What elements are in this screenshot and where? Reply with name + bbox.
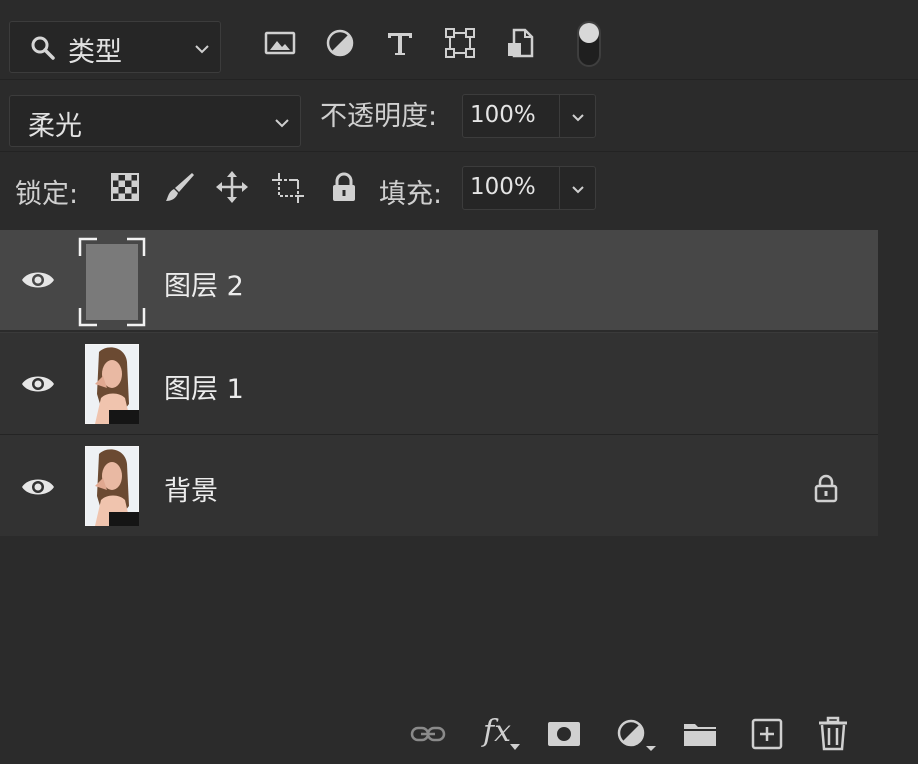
portrait-thumbnail[interactable] — [85, 446, 139, 526]
adjustment-filter-icon[interactable] — [323, 26, 357, 60]
opacity-label: 不透明度: — [320, 101, 438, 132]
lock-all-icon[interactable] — [327, 170, 361, 204]
chevron-down-icon — [275, 119, 289, 128]
layer-filter-bar: 类型 — [0, 0, 918, 80]
portrait-thumbnail[interactable] — [85, 344, 139, 424]
lock-icon[interactable] — [812, 473, 840, 503]
new-adjustment-icon[interactable] — [614, 716, 658, 752]
chevron-down-icon[interactable] — [571, 185, 585, 194]
filter-type-dropdown[interactable]: 类型 — [9, 21, 221, 73]
fill-label: 填充: — [379, 179, 443, 210]
fill-value[interactable]: 100% — [470, 174, 536, 200]
eye-icon[interactable] — [20, 268, 56, 292]
layer-name[interactable]: 图层 1 — [164, 367, 244, 406]
lock-transparent-pixels-icon[interactable] — [108, 170, 142, 204]
field-divider — [559, 167, 560, 209]
new-group-icon[interactable] — [682, 716, 718, 752]
layer-thumbnail[interactable] — [77, 236, 147, 328]
lock-label: 锁定: — [15, 179, 79, 210]
search-icon — [31, 36, 55, 60]
delete-layer-icon[interactable] — [815, 716, 851, 752]
blend-mode-dropdown[interactable]: 柔光 — [9, 95, 301, 147]
fill-field[interactable]: 100% — [462, 166, 596, 210]
submenu-triangle-icon — [510, 744, 520, 750]
chevron-down-icon[interactable] — [571, 113, 585, 122]
new-layer-icon[interactable] — [749, 716, 785, 752]
blend-options-bar: 柔光 不透明度: 100% — [0, 80, 918, 152]
chevron-down-icon — [195, 45, 209, 54]
layer-name[interactable]: 背景 — [164, 469, 218, 508]
layer-row[interactable]: 背景 — [0, 434, 878, 536]
eye-icon[interactable] — [20, 475, 56, 499]
fx-text: fx — [483, 714, 512, 749]
smart-object-filter-icon[interactable] — [503, 26, 537, 60]
shape-filter-icon[interactable] — [443, 26, 477, 60]
selection-frame-icon — [78, 237, 146, 327]
layer-name[interactable]: 图层 2 — [164, 264, 244, 303]
opacity-value[interactable]: 100% — [470, 102, 536, 128]
eye-icon[interactable] — [20, 372, 56, 396]
link-layers-icon[interactable] — [410, 716, 446, 752]
layers-scrollbar-track[interactable] — [878, 230, 918, 536]
layer-row[interactable]: 图层 2 — [0, 230, 878, 330]
opacity-field[interactable]: 100% — [462, 94, 596, 138]
type-filter-icon[interactable] — [383, 26, 417, 60]
layer-row[interactable]: 图层 1 — [0, 332, 878, 434]
field-divider — [559, 95, 560, 137]
lock-position-icon[interactable] — [215, 170, 249, 204]
lock-image-pixels-icon[interactable] — [163, 170, 197, 204]
lock-artboard-icon[interactable] — [271, 170, 305, 204]
filter-toggle-icon[interactable] — [574, 20, 604, 68]
filter-type-label: 类型 — [68, 37, 122, 68]
fx-icon[interactable]: fx — [480, 714, 524, 752]
blend-mode-label: 柔光 — [28, 111, 82, 142]
image-filter-icon[interactable] — [263, 26, 297, 60]
add-mask-icon[interactable] — [546, 716, 582, 752]
